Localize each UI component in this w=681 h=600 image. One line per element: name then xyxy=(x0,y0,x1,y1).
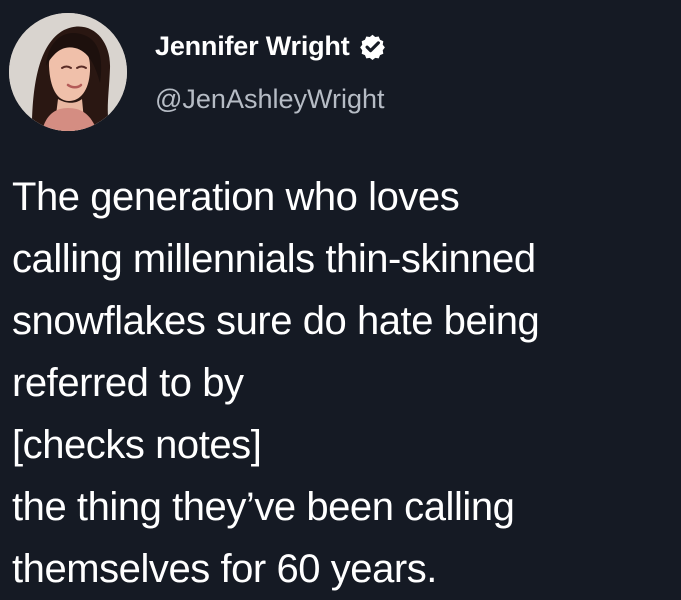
tweet-text-line: referred to by xyxy=(12,361,244,405)
verified-badge-icon xyxy=(359,34,385,60)
tweet-text-line: the thing they’ve been calling xyxy=(12,485,515,529)
tweet-text-line: themselves for 60 years. xyxy=(12,547,437,591)
author-header[interactable]: Jennifer Wright xyxy=(155,29,386,63)
tweet-text-line: snowflakes sure do hate being xyxy=(12,299,540,343)
author-name[interactable]: Jennifer Wright xyxy=(155,29,350,63)
tweet-text: The generation who loves calling millenn… xyxy=(12,166,677,600)
avatar[interactable] xyxy=(9,13,127,131)
tweet-text-line: calling millennials thin-skinned xyxy=(12,237,536,281)
profile-photo-icon xyxy=(9,13,127,131)
tweet-text-line: The generation who loves xyxy=(12,175,460,219)
tweet-card: Jennifer Wright @JenAshleyWright The gen… xyxy=(0,0,681,600)
tweet-text-line: [checks notes] xyxy=(12,423,262,467)
author-handle[interactable]: @JenAshleyWright xyxy=(155,82,385,116)
